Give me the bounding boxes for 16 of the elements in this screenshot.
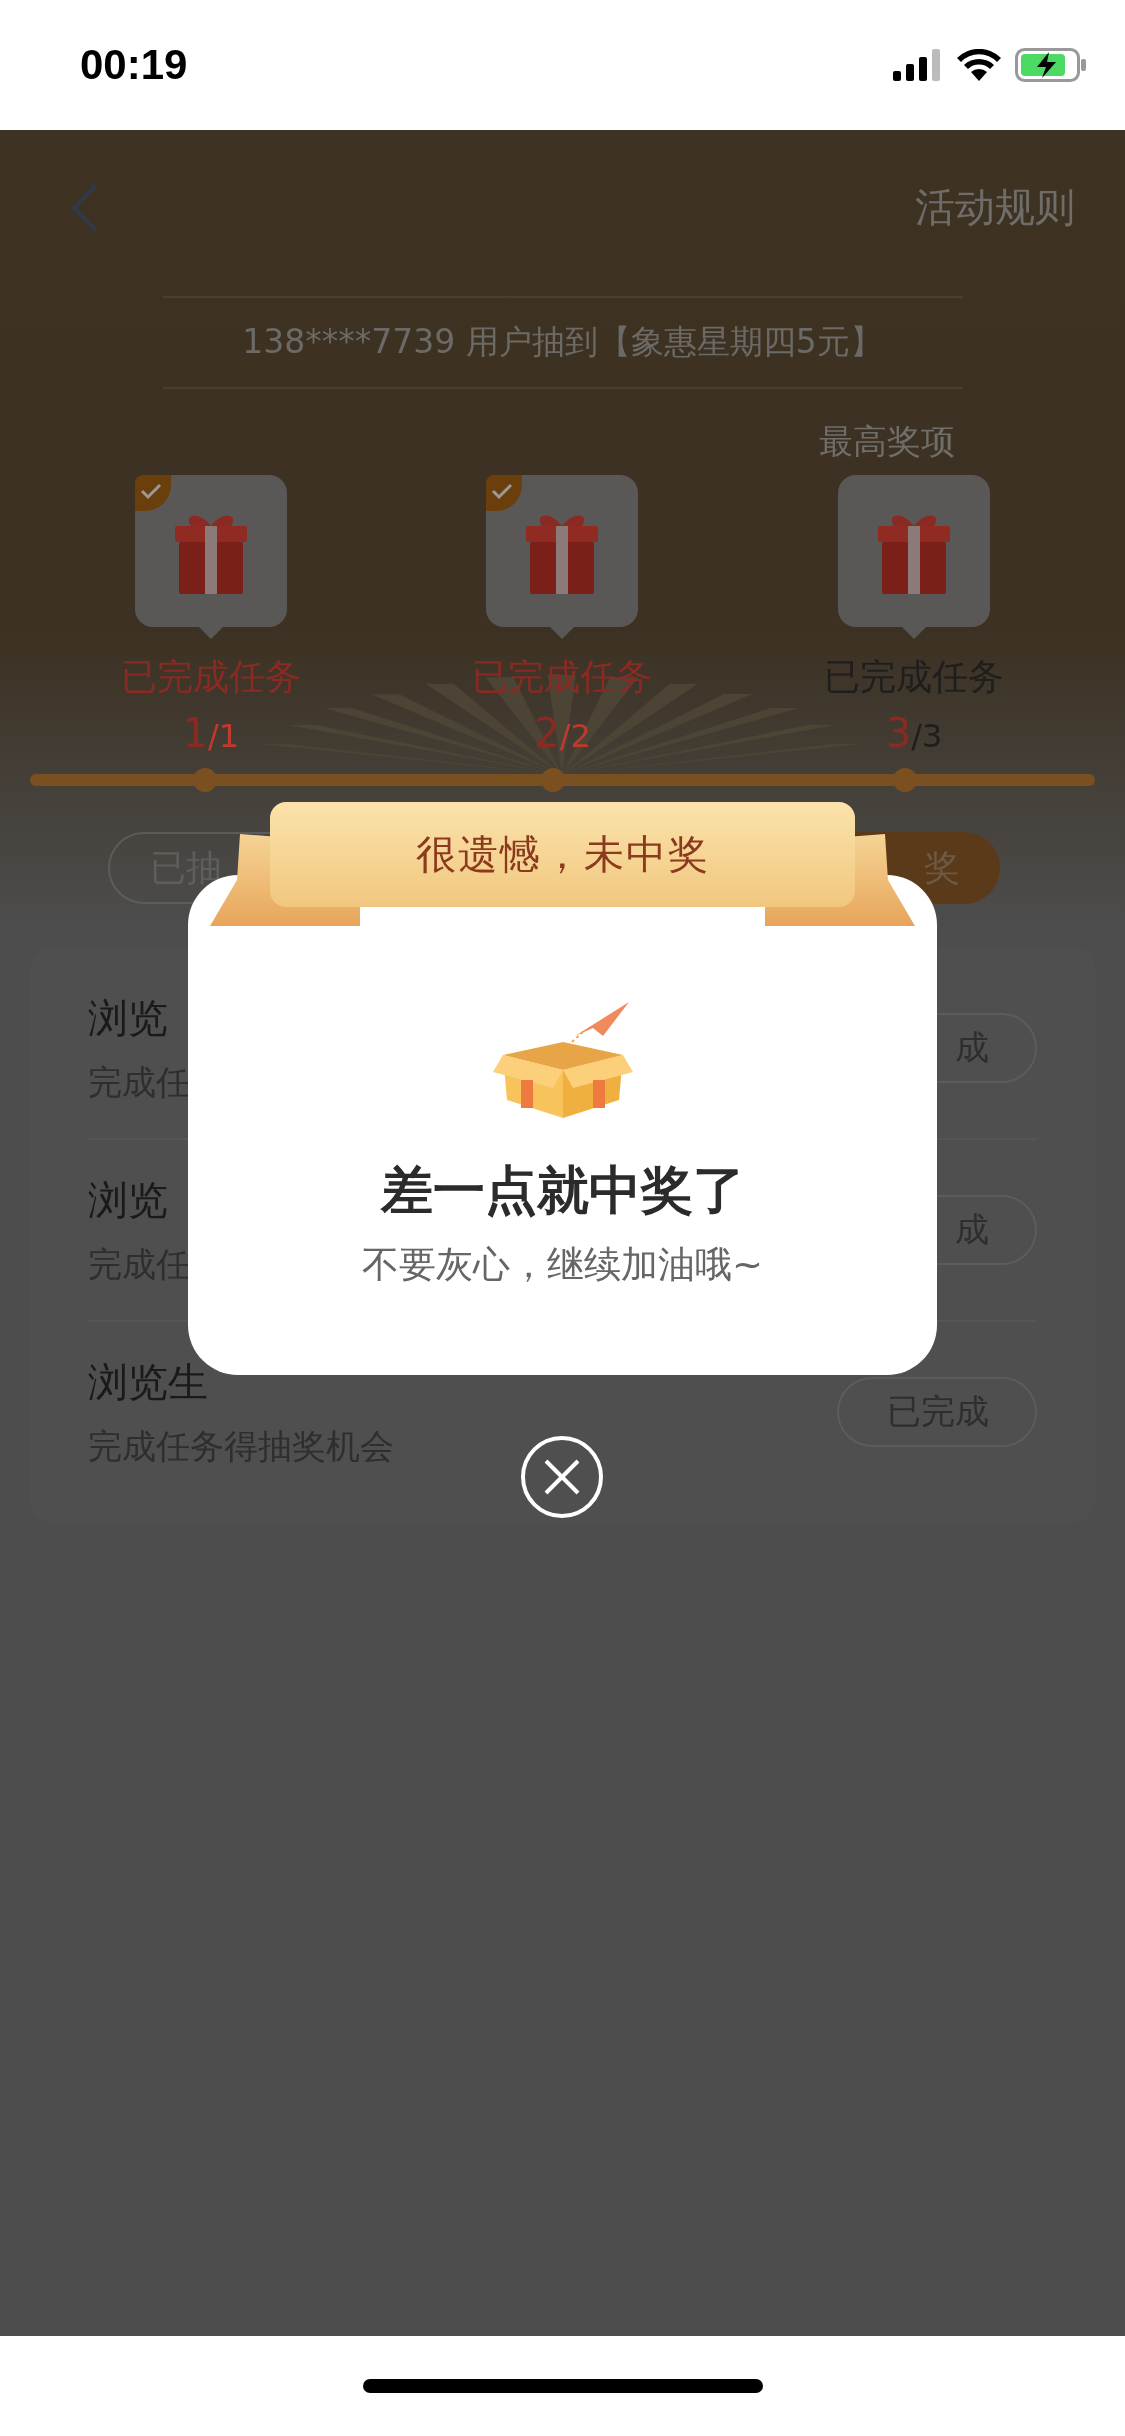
winner-ticker: 138****7739 用户抽到【象惠星期四5元】	[162, 296, 963, 389]
top-prize-label: 最高奖项	[819, 420, 955, 463]
battery-icon	[1015, 48, 1087, 82]
open-box-icon	[492, 1000, 633, 1120]
signal-icon	[893, 49, 943, 81]
rules-link[interactable]: 活动规则	[915, 180, 1075, 235]
task-count: 2/2	[534, 710, 591, 756]
dialog-banner-title: 很遗憾，未中奖	[415, 830, 710, 879]
wifi-icon	[957, 49, 1001, 81]
status-time: 00:19	[80, 41, 188, 89]
task-count: 1/1	[182, 710, 240, 756]
task-status-label: 已完成任务	[120, 655, 301, 699]
dialog-message: 不要灰心，继续加油哦~	[362, 1242, 763, 1288]
close-icon[interactable]	[520, 1435, 604, 1519]
task-status-label: 已完成任务	[472, 655, 653, 699]
dialog-title: 差一点就中奖了	[380, 1159, 745, 1222]
